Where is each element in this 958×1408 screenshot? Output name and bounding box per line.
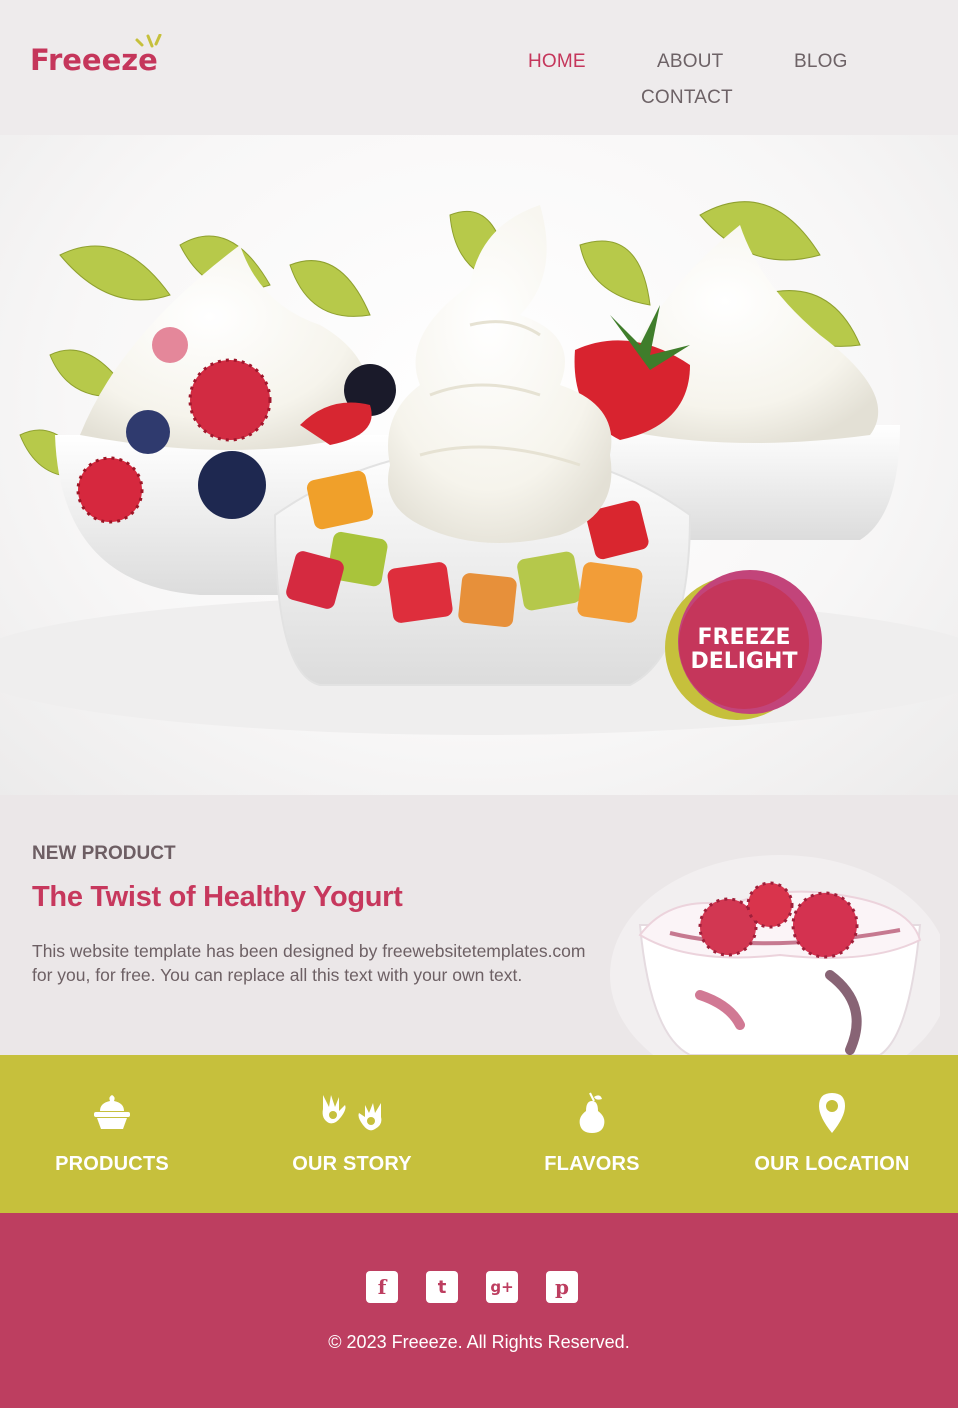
section-label: NEW PRODUCT (32, 843, 176, 864)
badge-line2: DELIGHT (691, 649, 798, 674)
feature-our-location[interactable]: OUR LOCATION (712, 1055, 952, 1213)
site-footer: f t g+ p © 2023 Freeeze. All Rights Rese… (0, 1213, 958, 1408)
yogurt-cup-image (610, 855, 940, 1055)
features-bar: PRODUCTS OUR STORY FLAVORS OUR LOCATION (0, 1055, 958, 1213)
feature-flavors[interactable]: FLAVORS (472, 1055, 712, 1213)
copyright-text: © 2023 Freeeze. All Rights Reserved. (328, 1332, 630, 1352)
nav-home[interactable]: HOME (528, 51, 586, 73)
nav-blog[interactable]: BLOG (794, 51, 848, 73)
logo-text: Freeeze (30, 43, 158, 77)
badge-line1: FREEZE (697, 625, 790, 650)
feature-label-flavors: FLAVORS (544, 1153, 640, 1175)
new-product-section: NEW PRODUCT The Twist of Healthy Yogurt … (0, 795, 958, 1055)
location-pin-icon (819, 1093, 845, 1133)
feature-our-story[interactable]: OUR STORY (232, 1055, 472, 1213)
nav-contact[interactable]: CONTACT (641, 87, 733, 109)
feature-label-our-location: OUR LOCATION (754, 1153, 910, 1175)
product-description: This website template has been designed … (32, 941, 586, 985)
site-header: Freeeze HOME ABOUT BLOG CONTACT (0, 0, 958, 135)
hero-illustration: FREEZE DELIGHT (0, 201, 958, 735)
hands-icon (322, 1095, 382, 1131)
pear-icon (579, 1092, 605, 1133)
nav-about[interactable]: ABOUT (657, 51, 723, 73)
google-plus-icon[interactable]: g+ (486, 1271, 518, 1303)
feature-label-our-story: OUR STORY (292, 1153, 412, 1175)
site-logo[interactable]: Freeeze (30, 34, 180, 80)
twitter-icon[interactable]: t (426, 1271, 458, 1303)
product-title: The Twist of Healthy Yogurt (32, 881, 403, 913)
pinterest-icon[interactable]: p (546, 1271, 578, 1303)
facebook-icon[interactable]: f (366, 1271, 398, 1303)
feature-products[interactable]: PRODUCTS (0, 1055, 232, 1213)
hero-banner: FREEZE DELIGHT (0, 135, 958, 795)
cupcake-icon (94, 1095, 130, 1129)
feature-label-products: PRODUCTS (55, 1153, 169, 1175)
